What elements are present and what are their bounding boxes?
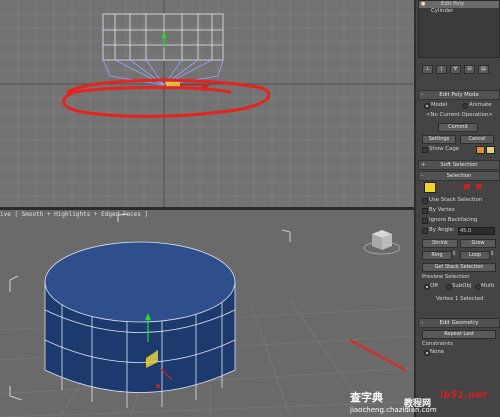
pin-stack-icon[interactable]: ⊥ [422, 65, 433, 74]
settings-button[interactable]: Settings [422, 135, 456, 144]
modifier-stack-item-edit-poly[interactable]: ● Edit Poly [419, 1, 499, 8]
get-stack-selection-button[interactable]: Get Stack Selection [422, 263, 496, 272]
loop-spinner-icon[interactable]: ⇕ [490, 251, 495, 257]
animate-radio[interactable] [462, 103, 468, 109]
by-angle-checkbox[interactable] [422, 228, 428, 234]
by-vertex-checkbox[interactable] [422, 208, 428, 214]
repeat-last-button[interactable]: Repeat Last [422, 330, 496, 339]
remove-modifier-icon[interactable]: ⊟ [464, 65, 475, 74]
watermark-url: jiaocheng.chazidian.com [350, 406, 437, 414]
commit-button[interactable]: Commit [438, 123, 478, 132]
use-stack-selection-checkbox[interactable] [422, 198, 428, 204]
lightbulb-icon[interactable]: ● [421, 1, 425, 7]
modifier-stack-item-cylinder[interactable]: Cylinder [419, 8, 499, 15]
shrink-button[interactable]: Shrink [422, 239, 458, 248]
border-mode-icon[interactable]: ○ [450, 183, 455, 189]
edge-mode-icon[interactable]: ◁ [438, 183, 442, 189]
angle-value-field[interactable]: 45.0 [458, 227, 495, 235]
by-vertex-label: By Vertex [429, 207, 455, 213]
show-cage-label: Show Cage [429, 146, 460, 152]
show-cage-checkbox[interactable] [422, 147, 428, 153]
cage-color-swatch[interactable] [476, 146, 485, 154]
selection-status-text: Vertex 1 Selected [436, 296, 484, 302]
viewport-label[interactable]: ive [ Smooth + Highlights + Edged Faces … [0, 211, 148, 218]
element-mode-icon[interactable] [476, 184, 482, 189]
constraints-label: Constraints [422, 341, 453, 347]
polygon-mode-icon[interactable] [464, 184, 470, 189]
rollout-edit-poly-mode[interactable]: - Edit Poly Mode [418, 90, 500, 100]
top-viewport-canvas [0, 0, 414, 208]
constraint-none-label: None [430, 349, 445, 355]
modifier-label: Cylinder [431, 8, 454, 14]
cancel-button[interactable]: Cancel [460, 135, 494, 144]
configure-sets-icon[interactable]: ▤ [478, 65, 489, 74]
watermark-site: ib51.net [440, 390, 487, 401]
preview-subobj-label: SubObj [452, 283, 472, 289]
current-operation-text: <No Current Operation> [426, 112, 493, 118]
command-panel: ● Edit Poly Cylinder ⊥ ❘ ∀ ⊟ ▤ - Edit Pol… [414, 0, 500, 417]
perspective-viewport[interactable] [0, 210, 414, 417]
grow-button[interactable]: Grow [460, 239, 496, 248]
model-label: Model [431, 102, 448, 108]
modifier-label: Edit Poly [441, 1, 465, 7]
rollout-edit-geometry[interactable]: - Edit Geometry [418, 318, 500, 328]
perspective-viewport-canvas [0, 213, 414, 417]
rollout-selection[interactable]: - Selection [418, 171, 500, 181]
vertex-mode-icon[interactable] [424, 182, 436, 193]
show-end-result-icon[interactable]: ❘ [436, 65, 447, 74]
model-radio[interactable] [424, 103, 430, 109]
rollout-soft-selection[interactable]: + Soft Selection [418, 160, 500, 170]
viewcube[interactable] [363, 230, 401, 255]
preview-multi-label: Multi [481, 283, 495, 289]
top-viewport[interactable] [0, 0, 414, 208]
by-angle-label: By Angle: [429, 227, 455, 233]
ring-spinner-icon[interactable]: ⇕ [452, 251, 457, 257]
ignore-backfacing-label: Ignore Backfacing [429, 217, 478, 223]
stack-toolbar: ⊥ ❘ ∀ ⊟ ▤ [418, 64, 498, 74]
make-unique-icon[interactable]: ∀ [450, 65, 461, 74]
use-stack-selection-label: Use Stack Selection [429, 197, 483, 203]
cylinder-object[interactable] [44, 241, 236, 408]
ignore-backfacing-checkbox[interactable] [422, 218, 428, 224]
modifier-stack[interactable]: ● Edit Poly Cylinder [418, 0, 500, 58]
red-annotation-arrow [349, 339, 406, 371]
loop-button[interactable]: Loop [460, 251, 490, 260]
animate-label: Animate [469, 102, 492, 108]
ring-button[interactable]: Ring [422, 251, 452, 260]
watermark-logo: 查字典 [350, 391, 383, 404]
preview-selection-label: Preview Selection [422, 274, 470, 280]
preview-off-label: Off [430, 283, 438, 289]
cage-selected-color-swatch[interactable] [486, 146, 495, 154]
